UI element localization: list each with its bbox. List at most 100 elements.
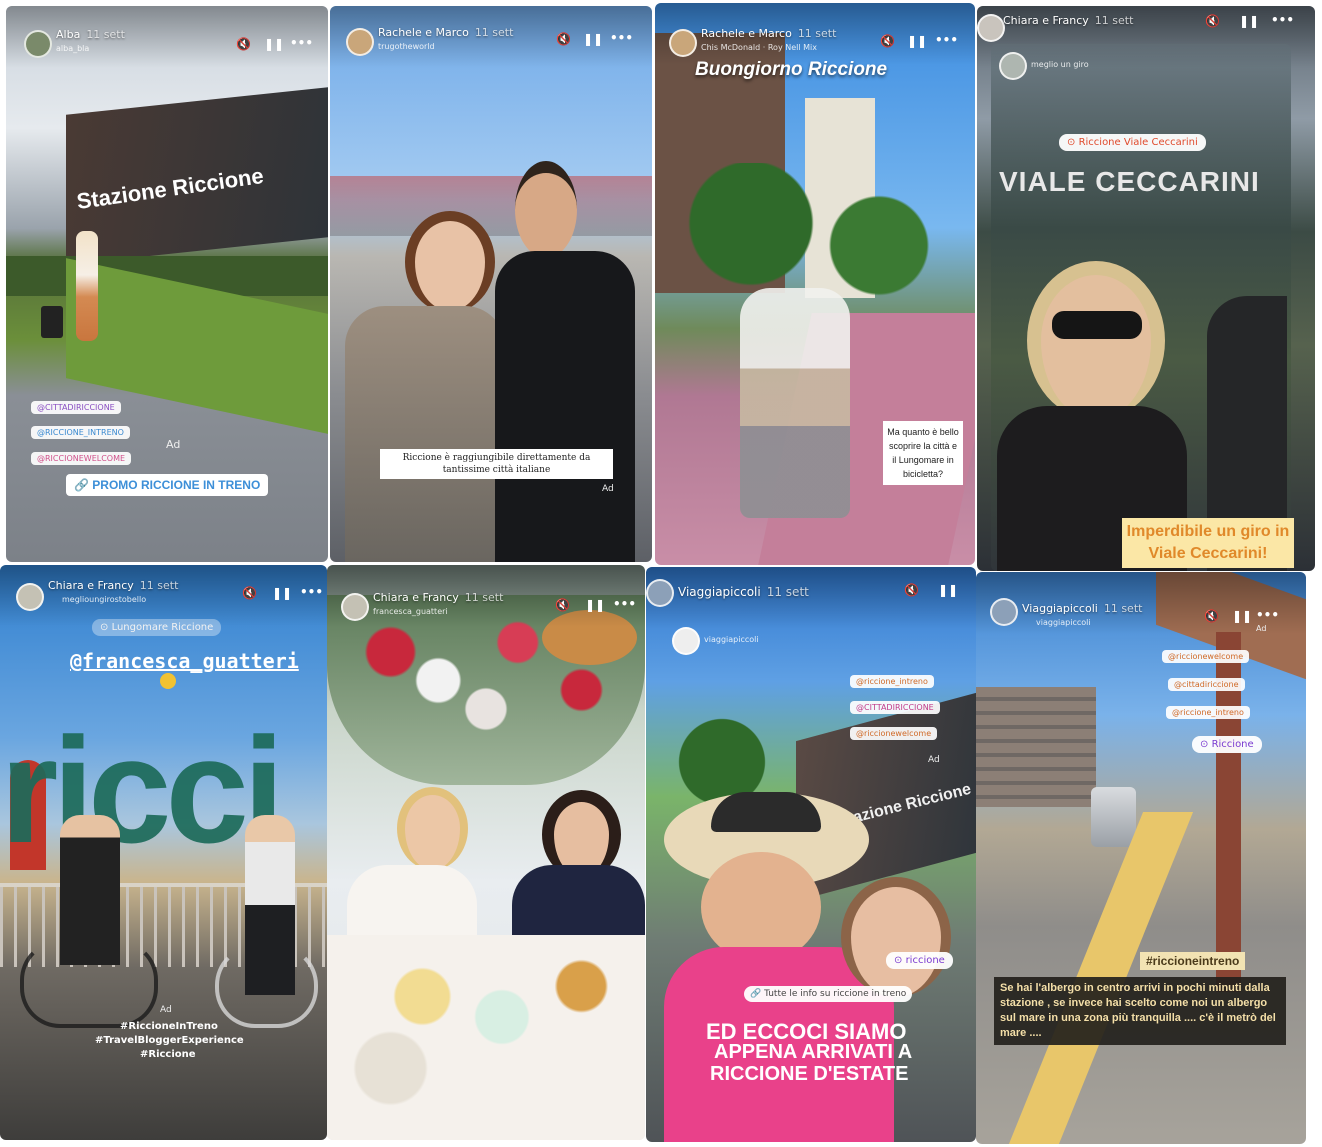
avatar[interactable] (646, 579, 674, 607)
story-time: 11 sett (474, 26, 514, 39)
ad-label: Ad (1256, 624, 1267, 633)
hashtag-sticker[interactable]: @CITTADIRICCIONE (31, 401, 121, 414)
story-username[interactable]: Viaggiapiccoli 11 sett (678, 585, 809, 599)
avatar[interactable] (346, 28, 374, 56)
more-options-icon[interactable]: ••• (290, 36, 313, 50)
pause-icon[interactable]: ❚❚ (907, 34, 927, 48)
story-username[interactable]: Rachele e Marco 11 sett (378, 26, 513, 39)
story-time: 11 sett (464, 591, 504, 604)
story-card-7[interactable]: Stazione Riccione Viaggiapiccoli 11 sett … (646, 567, 976, 1142)
bicycle-1 (20, 940, 158, 1028)
story-time: 11 sett (1103, 602, 1143, 615)
story-username[interactable]: Rachele e Marco 11 sett (701, 27, 836, 40)
link-sticker[interactable]: 🔗 Tutte le info su riccione in treno (744, 986, 913, 1002)
pause-icon[interactable]: ❚❚ (1232, 609, 1252, 623)
promo-link-button[interactable]: 🔗 PROMO RICCIONE IN TRENO (66, 474, 269, 496)
avatar[interactable] (977, 14, 1005, 42)
mention-sticker[interactable]: @riccionewelcome (850, 727, 938, 740)
story-card-5[interactable]: ricci Chiara e Francy 11 sett meglioungir… (0, 565, 327, 1140)
location-sticker[interactable]: ⊙ Riccione Viale Ceccarini (1059, 134, 1206, 151)
more-options-icon[interactable]: ••• (1271, 13, 1294, 27)
mention-sticker[interactable]: @francesca_guatteri (70, 649, 299, 673)
mute-icon[interactable]: 🔇 (556, 32, 571, 46)
story-username[interactable]: Viaggiapiccoli 11 sett (1022, 602, 1142, 615)
street-sign: VIALE CECCARINI (999, 166, 1260, 197)
story-username[interactable]: Chiara e Francy 11 sett (1003, 14, 1133, 27)
emoji-sticker (160, 673, 176, 689)
mute-icon[interactable]: 🔇 (904, 583, 919, 597)
hashtag-sticker[interactable]: #riccioneintreno (1140, 952, 1246, 970)
pause-icon[interactable]: ❚❚ (264, 37, 284, 51)
more-options-icon[interactable]: ••• (935, 33, 958, 47)
story-subtitle: meglio un giro (1031, 60, 1089, 69)
story-card-8[interactable]: Viaggiapiccoli 11 sett viaggiapiccoli 🔇 ❚… (976, 572, 1306, 1144)
mention-sticker[interactable]: @cittadiriccione (1168, 678, 1245, 691)
ad-label: Ad (602, 484, 614, 494)
more-options-icon[interactable]: ••• (1256, 608, 1279, 622)
location-pin-icon: ⊙ (894, 955, 906, 966)
story-username[interactable]: Chiara e Francy 11 sett (373, 591, 503, 604)
hashtag-text[interactable]: #Riccione (140, 1049, 196, 1060)
story-time: 11 sett (766, 585, 809, 599)
bicycle-2 (215, 945, 318, 1028)
pause-icon[interactable]: ❚❚ (1239, 14, 1259, 28)
hat-band (711, 792, 821, 832)
mention-sticker[interactable]: @riccione_intreno (1166, 706, 1250, 719)
pause-icon[interactable]: ❚❚ (585, 598, 605, 612)
mute-icon[interactable]: 🔇 (555, 598, 570, 612)
location-sticker[interactable]: ⊙ riccione (886, 952, 953, 969)
location-pin-icon: ⊙ (1200, 739, 1212, 750)
mute-icon[interactable]: 🔇 (242, 586, 257, 600)
ad-label: Ad (160, 1005, 172, 1015)
more-options-icon[interactable]: ••• (300, 585, 323, 599)
avatar[interactable] (16, 583, 44, 611)
apartment-buildings (976, 687, 1096, 807)
mute-icon[interactable]: 🔇 (1205, 14, 1220, 28)
more-options-icon[interactable]: ••• (610, 31, 633, 45)
mention-sticker[interactable]: @riccione_intreno (850, 675, 934, 688)
avatar[interactable] (341, 593, 369, 621)
link-icon: 🔗 (750, 989, 765, 999)
pause-icon[interactable]: ❚❚ (272, 586, 292, 600)
location-sticker[interactable]: ⊙ Riccione (1192, 736, 1262, 753)
story-card-4[interactable]: VIALE CECCARINI Chiara e Francy 11 sett 🔇… (977, 6, 1315, 571)
ad-label: Ad (166, 438, 181, 451)
mute-icon[interactable]: 🔇 (236, 37, 251, 51)
location-sticker[interactable]: ⊙ Lungomare Riccione (92, 619, 222, 636)
tram-vehicle (1091, 787, 1136, 847)
avatar[interactable] (669, 29, 697, 57)
pause-icon[interactable]: ❚❚ (583, 32, 603, 46)
story-card-1[interactable]: Stazione Riccione Alba 11 sett alba_bla 🔇… (6, 6, 328, 562)
caption-line-3: RICCIONE D'ESTATE (710, 1063, 909, 1085)
mention-sticker[interactable]: @CITTADIRICCIONE (850, 701, 940, 714)
story-username[interactable]: Alba 11 sett (56, 28, 125, 41)
pause-icon[interactable]: ❚❚ (938, 583, 958, 597)
mention-sticker[interactable]: @riccionewelcome (1162, 650, 1250, 663)
link-icon: 🔗 (74, 478, 93, 492)
avatar[interactable] (24, 30, 52, 58)
more-options-icon[interactable]: ••• (613, 597, 636, 611)
story-time: 11 sett (1094, 14, 1134, 27)
story-card-2[interactable]: Rachele e Marco 11 sett trugotheworld 🔇 ❚… (330, 6, 652, 562)
story-subtitle: viaggiapiccoli (1036, 618, 1091, 627)
story-username[interactable]: Chiara e Francy 11 sett (48, 579, 178, 592)
mute-icon[interactable]: 🔇 (1204, 609, 1219, 623)
caption-box: Ma quanto è bello scoprire la città e il… (883, 421, 963, 485)
hashtag-sticker[interactable]: @RICCIONEWELCOME (31, 452, 132, 465)
story-subtitle: trugotheworld (378, 42, 435, 51)
story-subtitle: Chis McDonald · Roy Nell Mix (701, 43, 817, 52)
story-time: 11 sett (139, 579, 179, 592)
hashtag-text[interactable]: #TravelBloggerExperience (95, 1035, 244, 1046)
avatar[interactable] (990, 598, 1018, 626)
hashtag-sticker[interactable]: @RICCIONE_INTRENO (31, 426, 130, 439)
story-card-6[interactable]: Chiara e Francy 11 sett francesca_guatter… (327, 565, 645, 1140)
child-head (841, 877, 951, 997)
woman-face (701, 852, 821, 962)
hashtag-text[interactable]: #RiccioneInTreno (120, 1021, 218, 1032)
mute-icon[interactable]: 🔇 (880, 34, 895, 48)
table-with-desserts (327, 935, 645, 1140)
suitcase (41, 306, 63, 338)
inner-avatar (672, 627, 700, 655)
location-pin-icon: ⊙ (1067, 137, 1079, 148)
story-card-3[interactable]: Rachele e Marco 11 sett Chis McDonald · R… (655, 3, 975, 565)
